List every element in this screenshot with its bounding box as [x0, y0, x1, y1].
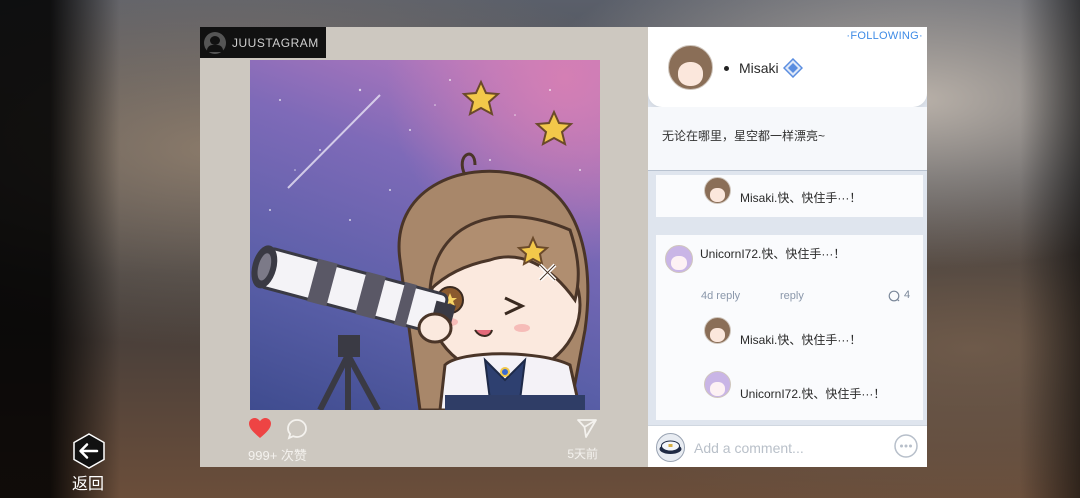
bullet-dot [724, 66, 729, 71]
back-arrow-icon [73, 433, 105, 469]
post-image[interactable] [250, 60, 600, 410]
comment-age: 4d reply [701, 290, 741, 302]
reply-count[interactable]: 4 [904, 289, 910, 301]
reply-item: Misaki.快、快住手···！ [656, 175, 923, 217]
likes-count: 999+ 次赞 [248, 448, 307, 463]
reply-text: Misaki.快、快住手···！ [740, 333, 862, 347]
reply-avatar[interactable] [704, 317, 731, 344]
post-time: 5天前 [567, 447, 598, 461]
comments-panel: ·FOLLOWING· Misaki 无论在哪里，星空都一样漂亮~ Misaki… [648, 27, 927, 467]
comment-input[interactable] [692, 436, 886, 460]
heart-icon[interactable] [248, 417, 272, 439]
caption-text: 无论在哪里，星空都一样漂亮~ [662, 129, 826, 143]
author-header: ·FOLLOWING· Misaki [648, 27, 927, 107]
following-badge[interactable]: ·FOLLOWING· [846, 30, 923, 42]
captain-hat-icon [659, 440, 682, 454]
back-button[interactable]: 返回 [70, 432, 110, 493]
comment-bar [648, 425, 927, 467]
back-label: 返回 [72, 476, 105, 493]
comment-item: UnicornI72.快、快住手···！ 4d reply reply 4 Mi… [656, 235, 923, 420]
chat-bubble-icon[interactable] [893, 433, 919, 459]
my-avatar [656, 433, 685, 462]
reply-text: UnicornI72.快、快住手···！ [740, 387, 886, 401]
reply-text: Misaki.快、快住手···！ [740, 191, 862, 205]
post-caption: 无论在哪里，星空都一样漂亮~ [648, 107, 927, 171]
app-name: JUUSTAGRAM [232, 35, 319, 50]
post-card: JUUSTAGRAM 999+ 次赞 5天前 [200, 27, 648, 467]
app-header: JUUSTAGRAM [200, 27, 326, 58]
user-silhouette-icon [204, 31, 226, 54]
reply-button[interactable]: reply [780, 290, 804, 302]
reply-bubble-icon [888, 290, 900, 302]
comment-text: UnicornI72.快、快住手···！ [700, 247, 846, 261]
reply-avatar[interactable] [704, 177, 731, 204]
verified-badge-icon [783, 58, 803, 78]
author-name[interactable]: Misaki [739, 60, 779, 76]
comment-avatar[interactable] [665, 245, 693, 273]
post-actions: 999+ 次赞 5天前 [248, 417, 600, 463]
reply-avatar[interactable] [704, 371, 731, 398]
chibi-girl-telescope-illustration [251, 79, 590, 410]
send-icon[interactable] [576, 417, 598, 439]
comment-bubble-icon[interactable] [286, 418, 308, 440]
author-avatar[interactable] [668, 45, 713, 90]
